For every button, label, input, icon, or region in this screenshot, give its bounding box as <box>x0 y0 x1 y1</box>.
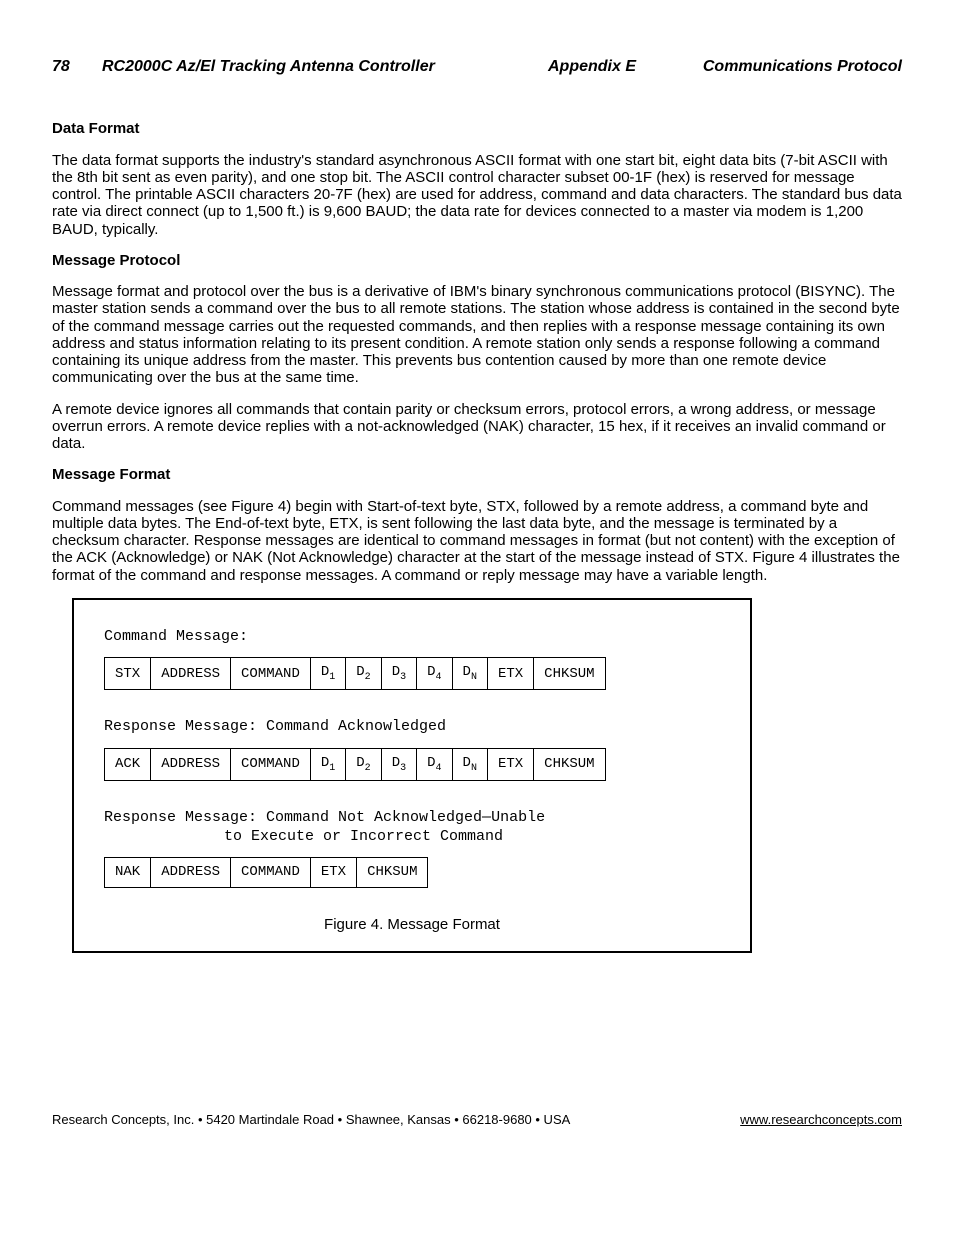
cell-chk: CHKSUM <box>534 658 605 690</box>
cell-d3: D3 <box>381 748 416 780</box>
cell-etx: ETX <box>487 748 533 780</box>
page-footer: Research Concepts, Inc. • 5420 Martindal… <box>52 1113 902 1128</box>
cell-d3: D3 <box>381 658 416 690</box>
cell-chk: CHKSUM <box>357 858 428 887</box>
label-nak-message-2: to Execute or Incorrect Command <box>104 828 720 845</box>
cell-addr: ADDRESS <box>151 658 231 690</box>
figure-caption: Figure 4. Message Format <box>104 916 720 933</box>
doc-title: RC2000C Az/El Tracking Antenna Controlle… <box>102 58 502 76</box>
table-ack-message: ACK ADDRESS COMMAND D1 D2 D3 D4 DN ETX C… <box>104 748 606 781</box>
footer-url: www.researchconcepts.com <box>740 1113 902 1128</box>
para-format: Command messages (see Figure 4) begin wi… <box>52 498 902 584</box>
cell-d2: D2 <box>346 748 381 780</box>
cell-d2: D2 <box>346 658 381 690</box>
para-protocol-2: A remote device ignores all commands tha… <box>52 401 902 453</box>
cell-addr: ADDRESS <box>151 748 231 780</box>
cell-ack: ACK <box>105 748 151 780</box>
table-nak-message: NAK ADDRESS COMMAND ETX CHKSUM <box>104 857 428 887</box>
label-command-message: Command Message: <box>104 628 720 645</box>
cell-dn: DN <box>452 658 487 690</box>
cell-cmd: COMMAND <box>231 858 311 887</box>
cell-addr: ADDRESS <box>151 858 231 887</box>
cell-chk: CHKSUM <box>534 748 605 780</box>
figure-4-box: Command Message: STX ADDRESS COMMAND D1 … <box>72 598 752 953</box>
cell-cmd: COMMAND <box>231 748 311 780</box>
table-command-message: STX ADDRESS COMMAND D1 D2 D3 D4 DN ETX C… <box>104 657 606 690</box>
section-name: Communications Protocol <box>682 58 902 76</box>
cell-nak: NAK <box>105 858 151 887</box>
cell-stx: STX <box>105 658 151 690</box>
para-protocol-1: Message format and protocol over the bus… <box>52 283 902 387</box>
cell-d4: D4 <box>417 748 452 780</box>
label-ack-message: Response Message: Command Acknowledged <box>104 718 720 735</box>
cell-d4: D4 <box>417 658 452 690</box>
appendix: Appendix E <box>502 58 682 76</box>
heading-data-format: Data Format <box>52 120 902 137</box>
label-nak-message-1: Response Message: Command Not Acknowledg… <box>104 809 720 826</box>
footer-company: Research Concepts, Inc. • 5420 Martindal… <box>52 1113 570 1128</box>
heading-message-protocol: Message Protocol <box>52 252 902 269</box>
page-number: 78 <box>52 58 102 76</box>
heading-message-format: Message Format <box>52 466 902 483</box>
cell-d1: D1 <box>310 748 345 780</box>
cell-dn: DN <box>452 748 487 780</box>
cell-cmd: COMMAND <box>231 658 311 690</box>
page-header: 78 RC2000C Az/El Tracking Antenna Contro… <box>52 58 902 76</box>
para-data-format: The data format supports the industry's … <box>52 152 902 238</box>
cell-etx: ETX <box>487 658 533 690</box>
cell-etx: ETX <box>310 858 356 887</box>
cell-d1: D1 <box>310 658 345 690</box>
